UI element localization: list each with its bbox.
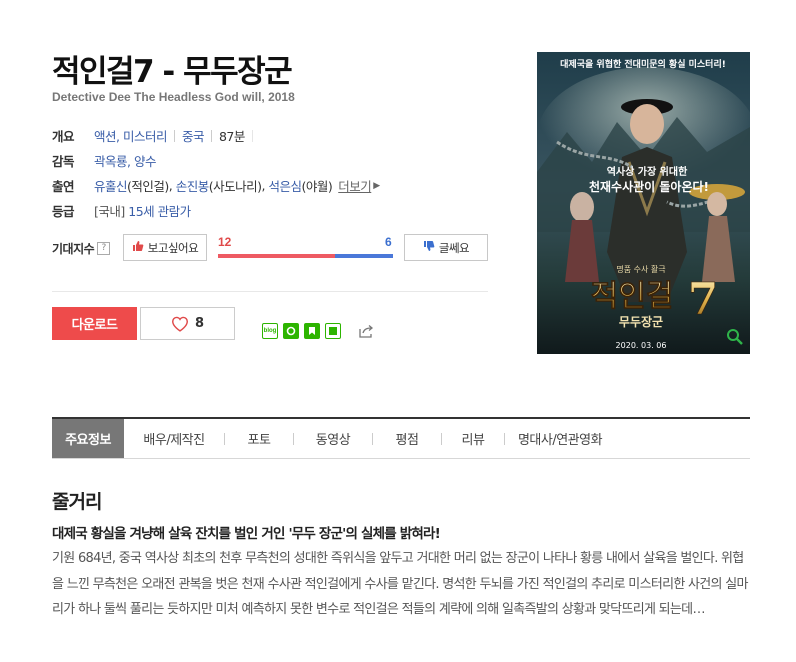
genre-link[interactable]: 액션, 미스터리 (94, 126, 167, 145)
thumbs-up-icon (132, 240, 144, 255)
poster-date: 2020. 03. 06 (616, 341, 667, 350)
cast-role-1: (사도나리) (208, 179, 262, 194)
info-row-overview: 개요 액션, 미스터리 중국 87분 (52, 126, 260, 145)
poster-middle-text-2: 천재수사관이 돌아온다! (589, 179, 709, 194)
poster-logo-small: 명품 수사 활극 (616, 264, 665, 274)
poster-logo-main: 적인걸 (591, 279, 674, 314)
director-link[interactable]: 곽옥룡, 양수 (94, 151, 156, 170)
synopsis-body: 기원 684년, 중국 역사상 최초의 천후 무측천의 성대한 즉위식을 앞두고… (52, 551, 748, 617)
chevron-right-icon[interactable]: ▶ (373, 181, 380, 191)
rating-label: 등급 (52, 204, 75, 219)
cast-link-2[interactable]: 석은심 (268, 176, 302, 195)
tab-rating[interactable]: 평점 (373, 419, 441, 458)
runtime: 87분 (218, 129, 245, 144)
overview-label: 개요 (52, 129, 75, 144)
poster-logo-sub: 무두장군 (619, 315, 663, 329)
tab-video[interactable]: 동영상 (294, 419, 372, 458)
director-label: 감독 (52, 154, 75, 169)
synopsis-tagline: 대제국 황실을 겨냥해 살육 잔치를 벌인 거인 '무두 장군'의 실체를 밝혀… (52, 526, 441, 542)
expectation-bar-fill (218, 254, 335, 258)
movie-poster[interactable]: 대제국을 위협한 전대미문의 황실 미스터리! 역사상 가장 위대한 천재수사관… (537, 52, 750, 354)
like-count: 8 (194, 316, 205, 331)
heart-icon (171, 316, 188, 332)
line-icon[interactable] (325, 323, 341, 339)
tab-photo[interactable]: 포토 (225, 419, 293, 458)
divider (52, 291, 488, 292)
rating-link[interactable]: 15세 관람가 (128, 201, 191, 220)
like-button[interactable]: 8 (140, 307, 235, 340)
poster-middle-text-1: 역사상 가장 위대한 (607, 165, 688, 178)
poster-top-text: 대제국을 위협한 전대미문의 황실 미스터리! (560, 58, 726, 70)
cast-role-0: (적인걸) (127, 179, 169, 194)
want-to-see-button[interactable]: 보고싶어요 (123, 234, 207, 261)
blog-icon[interactable]: blog (262, 323, 278, 339)
rating-prefix: [국내] (94, 204, 125, 219)
poster-logo-number: 7 (688, 274, 719, 325)
cast-link-0[interactable]: 유홀신 (94, 176, 128, 195)
tab-main-info[interactable]: 주요정보 (52, 419, 124, 458)
share-icons: blog (262, 323, 374, 339)
movie-subtitle: Detective Dee The Headless God will, 201… (52, 90, 295, 104)
more-cast-link[interactable]: 더보기 (338, 176, 372, 195)
cast-link-1[interactable]: 손진봉 (176, 176, 210, 195)
want-count: 12 (218, 235, 232, 249)
country-link[interactable]: 중국 (182, 126, 205, 145)
cast-role-2: (야월) (301, 179, 333, 194)
tab-quotes[interactable]: 명대사/연관영화 (505, 419, 615, 458)
info-row-director: 감독 곽옥룡, 양수 (52, 151, 156, 170)
bookmark-icon[interactable] (304, 323, 320, 339)
poster-image: 대제국을 위협한 전대미문의 황실 미스터리! 역사상 가장 위대한 천재수사관… (537, 52, 750, 354)
tab-cast-crew[interactable]: 배우/제작진 (124, 419, 224, 458)
synopsis-title: 줄거리 (52, 491, 102, 513)
not-sure-button[interactable]: 글쎄요 (404, 234, 488, 261)
thumbs-down-icon (423, 240, 435, 255)
expectation-label: 기대지수 ? (52, 240, 111, 257)
separator (173, 129, 175, 142)
info-row-rating: 등급 [국내] 15세 관람가 (52, 201, 191, 220)
meh-count: 6 (385, 235, 392, 249)
cast-label: 출연 (52, 179, 75, 194)
tab-review[interactable]: 리뷰 (442, 419, 504, 458)
download-button[interactable]: 다운로드 (52, 307, 137, 340)
band-icon[interactable] (283, 323, 299, 339)
help-icon[interactable]: ? (97, 242, 111, 255)
info-row-cast: 출연 유홀신 (적인걸), 손진봉 (사도나리), 석은심 (야월) 더보기 ▶ (52, 176, 380, 195)
separator (210, 129, 212, 142)
share-icon[interactable] (358, 323, 374, 339)
separator (251, 129, 253, 142)
expectation-bar (218, 254, 393, 258)
movie-title: 적인걸7 - 무두장군 (52, 54, 293, 90)
tab-bar: 주요정보 배우/제작진 포토 동영상 평점 리뷰 명대사/연관영화 (52, 417, 750, 459)
